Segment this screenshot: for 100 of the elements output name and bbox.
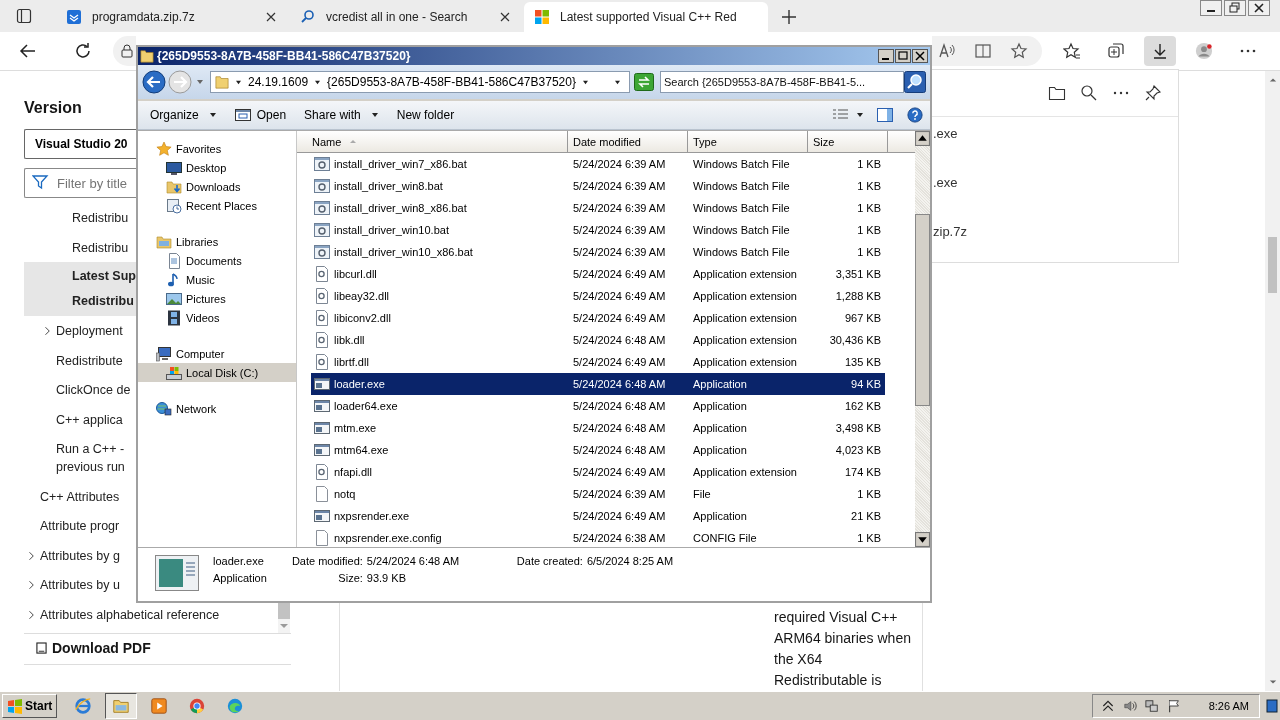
pin-icon[interactable] [1144, 84, 1162, 102]
speaker-icon[interactable] [1122, 699, 1137, 713]
file-row[interactable]: mtm.exe 5/24/2024 6:48 AM Application 3,498 KB [311, 417, 885, 439]
scroll-down-icon[interactable] [915, 532, 930, 547]
toc-item[interactable]: Redistribu [24, 203, 129, 233]
toolbar-button[interactable]: Share with [298, 105, 385, 125]
scrollbar[interactable] [915, 131, 930, 547]
nav-item[interactable]: Recent Places [138, 196, 296, 215]
file-row[interactable]: install_driver_win7_x86.bat 5/24/2024 6:39 AM Windows Batch File 1 KB [311, 153, 885, 175]
filter-field[interactable]: Filter by title [24, 168, 136, 198]
collections-icon[interactable] [1107, 42, 1125, 60]
back-arrow-icon[interactable] [19, 42, 37, 60]
file-row[interactable]: install_driver_win8.bat 5/24/2024 6:39 AM Windows Batch File 1 KB [311, 175, 885, 197]
close-icon[interactable] [266, 12, 276, 22]
new-tab-icon[interactable] [782, 10, 796, 24]
file-row[interactable]: notq 5/24/2024 6:39 AM File 1 KB [311, 483, 885, 505]
caret-icon[interactable] [235, 79, 242, 85]
nav-item[interactable]: Music [138, 270, 296, 289]
download-pdf-link[interactable]: Download PDF [36, 640, 151, 656]
nav-item[interactable]: Local Disk (C:) [138, 363, 296, 382]
chevron-up-icon[interactable] [1100, 699, 1115, 713]
clock[interactable]: 8:26 AM [1208, 700, 1249, 712]
file-row[interactable]: libk.dll 5/24/2024 6:48 AM Application extension 30,436 KB [311, 329, 885, 351]
file-row[interactable]: libcurl.dll 5/24/2024 6:49 AM Application extension 3,351 KB [311, 263, 885, 285]
scrollbar[interactable] [278, 601, 290, 633]
close-icon[interactable] [912, 49, 928, 63]
column-header[interactable]: Size [808, 131, 888, 152]
scroll-thumb[interactable] [915, 214, 930, 406]
tab-actions-icon[interactable] [16, 8, 32, 24]
network-icon[interactable] [1144, 699, 1159, 713]
search-field[interactable]: Search {265D9553-8A7B-458F-BB41-5... [660, 71, 904, 93]
file-row[interactable]: libiconv2.dll 5/24/2024 6:49 AM Application extension 967 KB [311, 307, 885, 329]
toc-item[interactable]: Attributes alphabetical reference [24, 599, 220, 629]
search-icon[interactable] [904, 71, 926, 93]
minimize-icon[interactable] [1200, 0, 1222, 16]
minimize-icon[interactable] [878, 49, 894, 63]
nav-item[interactable]: Computer [138, 344, 296, 363]
toolbar-button[interactable]: New folder [390, 105, 461, 125]
toc-item[interactable]: Redistribute [24, 345, 123, 375]
browser-tab[interactable]: vcredist all in one - Search [290, 2, 520, 32]
nav-item[interactable]: Pictures [138, 289, 296, 308]
start-button[interactable]: Start [2, 694, 58, 718]
help-icon[interactable] [906, 107, 924, 123]
profile-avatar-icon[interactable] [1195, 42, 1213, 60]
address-bar[interactable] [932, 36, 1042, 66]
restore-icon[interactable] [1224, 0, 1246, 16]
toc-item[interactable]: C++ Attributes [24, 481, 120, 511]
scrollbar[interactable] [1265, 71, 1280, 691]
show-desktop-icon[interactable] [1266, 698, 1278, 714]
downloads-button[interactable] [1144, 36, 1176, 66]
toc-item[interactable]: Deployment [24, 316, 123, 346]
nav-item[interactable]: Libraries [138, 232, 296, 251]
caret-icon[interactable] [856, 112, 864, 118]
read-aloud-icon[interactable] [938, 42, 956, 60]
taskbar-app[interactable] [105, 693, 138, 719]
nav-item[interactable]: Documents [138, 251, 296, 270]
address-bar[interactable] [113, 36, 136, 66]
column-header[interactable]: Date modified [568, 131, 688, 152]
column-header[interactable]: Type [688, 131, 808, 152]
download-item[interactable]: zip.7z [933, 215, 967, 264]
file-row[interactable]: install_driver_win10.bat 5/24/2024 6:39 AM Windows Batch File 1 KB [311, 219, 885, 241]
file-row[interactable]: install_driver_win10_x86.bat 5/24/2024 6:39 AM Windows Batch File 1 KB [311, 241, 885, 263]
nav-item[interactable]: Videos [138, 308, 296, 327]
download-item[interactable]: .exe [933, 117, 958, 166]
maximize-icon[interactable] [895, 49, 911, 63]
file-row[interactable]: librtf.dll 5/24/2024 6:49 AM Application extension 135 KB [311, 351, 885, 373]
caret-icon[interactable] [314, 79, 322, 85]
toolbar-button[interactable]: Open [228, 104, 293, 126]
nav-item[interactable]: Network [138, 399, 296, 418]
nav-item[interactable]: Downloads [138, 177, 296, 196]
toc-item[interactable]: Run a C++ - previous run [24, 434, 125, 482]
caret-icon[interactable] [581, 79, 589, 85]
file-row[interactable]: nfapi.dll 5/24/2024 6:49 AM Application extension 174 KB [311, 461, 885, 483]
nav-item[interactable]: Favorites [138, 139, 296, 158]
file-row[interactable]: install_driver_win8_x86.bat 5/24/2024 6:39 AM Windows Batch File 1 KB [311, 197, 885, 219]
toc-item[interactable]: Latest Sup Redistribu [24, 262, 136, 316]
nav-item[interactable]: Desktop [138, 158, 296, 177]
flag-icon[interactable] [1166, 699, 1181, 713]
back-button-icon[interactable] [142, 70, 166, 94]
file-row[interactable]: nxpsrender.exe 5/24/2024 6:49 AM Application 21 KB [311, 505, 885, 527]
toc-item[interactable]: Redistribu [24, 232, 129, 262]
browser-tab[interactable]: programdata.zip.7z [56, 2, 286, 32]
reader-view-icon[interactable] [974, 42, 992, 60]
breadcrumb[interactable]: {265D9553-8A7B-458F-BB41-586C47B37520} [327, 75, 576, 89]
toc-item[interactable]: Attributes by g [24, 540, 120, 570]
file-row[interactable]: libeay32.dll 5/24/2024 6:49 AM Application extension 1,288 KB [311, 285, 885, 307]
scroll-thumb[interactable] [1268, 237, 1277, 293]
reload-icon[interactable] [74, 42, 92, 60]
toc-item[interactable]: Attribute progr [24, 511, 120, 541]
file-row[interactable]: loader64.exe 5/24/2024 6:48 AM Application 162 KB [311, 395, 885, 417]
folder-icon[interactable] [1048, 84, 1066, 102]
breadcrumb[interactable]: 24.19.1609 [248, 75, 309, 89]
add-favorite-icon[interactable] [1010, 42, 1028, 60]
toc-item[interactable]: Attributes by u [24, 570, 120, 600]
favorites-icon[interactable] [1063, 42, 1081, 60]
file-row[interactable]: mtm64.exe 5/24/2024 6:48 AM Application 4,023 KB [311, 439, 885, 461]
search-icon[interactable] [1080, 84, 1098, 102]
browser-tab[interactable]: Latest supported Visual C++ Red [524, 2, 768, 32]
column-header[interactable]: Name [297, 131, 568, 152]
toc-item[interactable]: ClickOnce de [24, 375, 131, 405]
